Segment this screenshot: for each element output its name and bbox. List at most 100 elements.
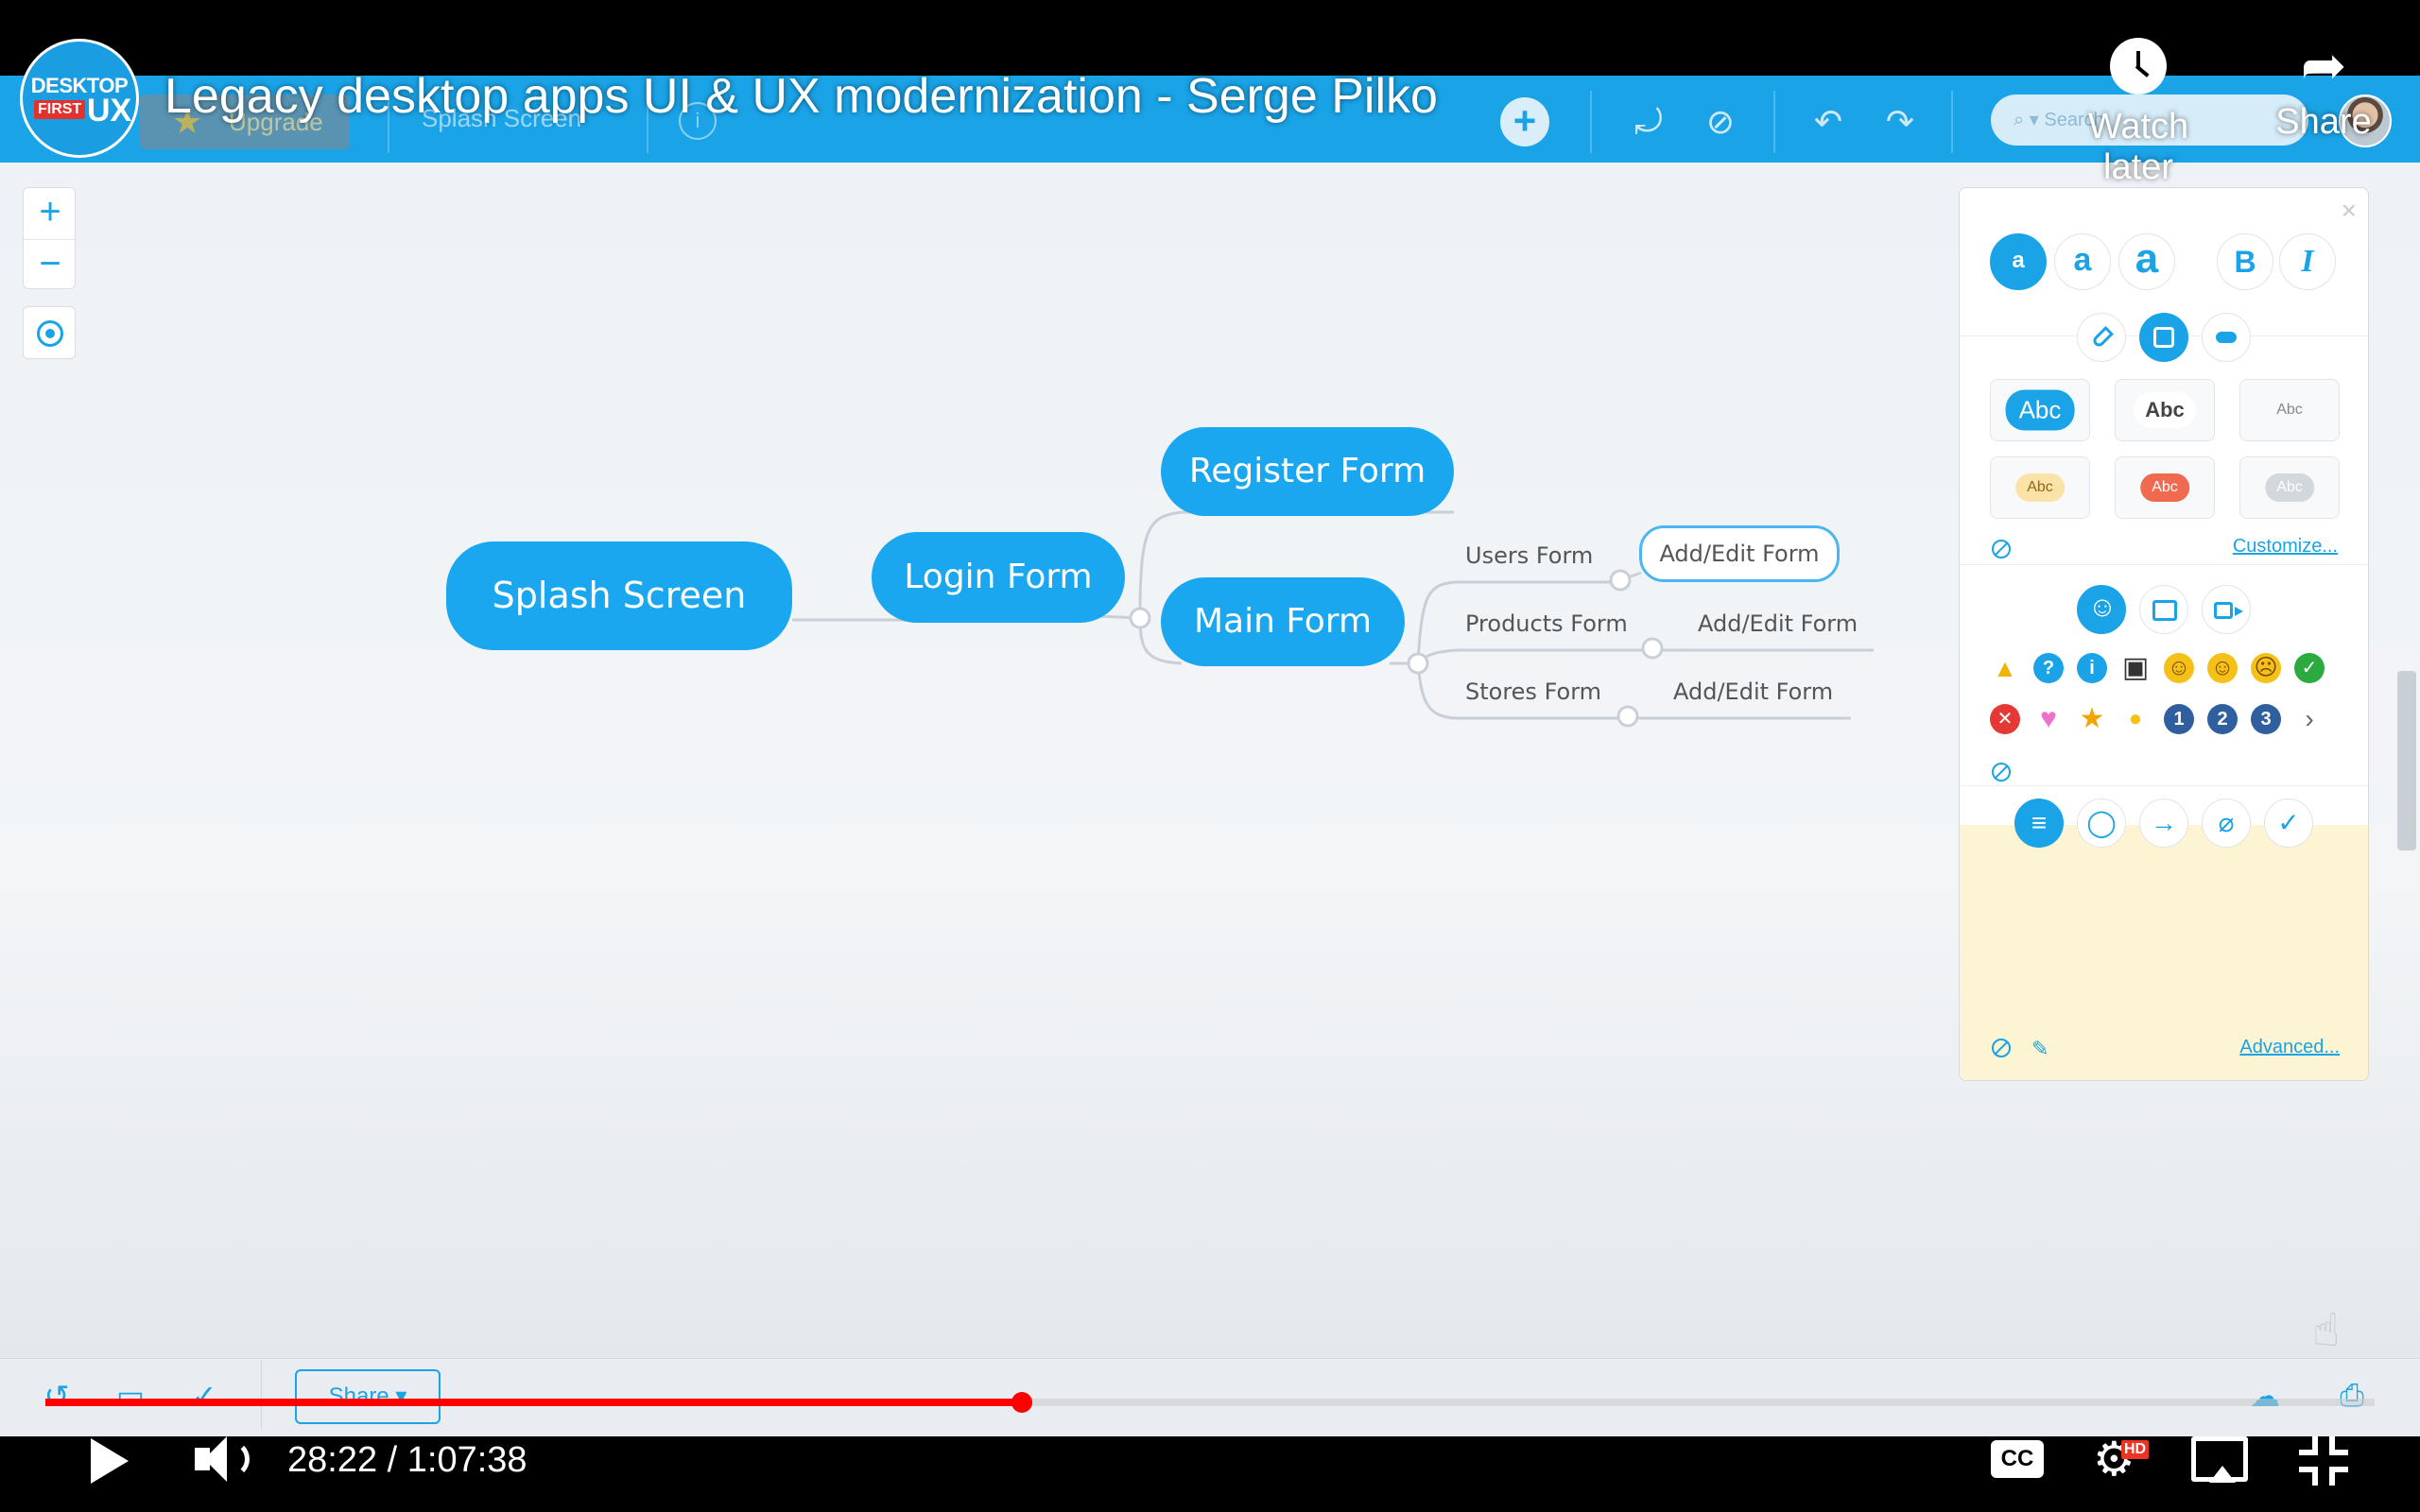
image-glyph [2152, 600, 2177, 621]
channel-logo[interactable]: DESKTOP FIRST UX [23, 42, 136, 155]
comment-icon[interactable]: ◯ [2077, 799, 2126, 848]
video-glyph [2214, 602, 2243, 619]
info-icon[interactable]: i [2077, 653, 2107, 683]
video-title[interactable]: Legacy desktop apps UI & UX modernizatio… [164, 68, 1438, 125]
corner [2329, 1467, 2348, 1486]
history-icon[interactable]: ↺ [36, 1378, 78, 1416]
swatch-label: Abc [2005, 389, 2075, 431]
share-button[interactable]: ➦ Share [2238, 38, 2409, 143]
time-display: 28:22 / 1:07:38 [287, 1440, 527, 1480]
hd-badge: HD [2121, 1440, 2150, 1459]
magic-wand-icon[interactable]: ✎ [2031, 1037, 2048, 1061]
format-panel: × a a a B I Abc Abc Abc Abc Abc Abc Cust… [1959, 187, 2369, 1081]
spellcheck-icon[interactable]: ✓ [183, 1378, 225, 1416]
expand-handle [1616, 705, 1639, 728]
node-login-form[interactable]: Login Form [872, 532, 1125, 623]
divider [1960, 564, 2368, 565]
style-swatch-yellow[interactable]: Abc [1990, 456, 2090, 519]
touch-icon: ☝ [2312, 1306, 2341, 1356]
volume-icon[interactable] [195, 1435, 251, 1487]
node-main-form[interactable]: Main Form [1161, 577, 1405, 666]
advanced-link[interactable]: Advanced... [2239, 1037, 2340, 1058]
scrollbar-thumb[interactable] [2397, 671, 2416, 850]
pen-icon[interactable] [2077, 313, 2126, 362]
video-frame[interactable]: ★ Upgrade Splash Screen i + ⤾ ⊘ ↶ ↷ ⌕ ▾ … [0, 0, 2420, 1512]
italic-button[interactable]: I [2279, 233, 2336, 290]
expand-handle [1407, 652, 1429, 675]
font-size-small-button[interactable]: a [1990, 233, 2047, 290]
chevron-right-icon[interactable]: › [2294, 704, 2325, 734]
style-swatch-plain[interactable]: Abc [2239, 379, 2340, 441]
watch-later-button[interactable]: Watch later [2053, 38, 2223, 188]
node-splash-screen[interactable]: Splash Screen [446, 541, 792, 650]
warning-icon[interactable]: ▲ [1990, 653, 2020, 683]
print-icon[interactable]: ⎙ [2331, 1378, 2373, 1416]
no-icon-icon[interactable] [1992, 763, 2011, 782]
swatch-label: Abc [2276, 402, 2303, 418]
node-users-form[interactable]: Users Form [1465, 542, 1593, 569]
bold-button[interactable]: B [2217, 233, 2273, 290]
expand-handle [1609, 569, 1632, 592]
node-stores-form[interactable]: Stores Form [1465, 679, 1601, 705]
heart-icon[interactable]: ♥ [2033, 704, 2064, 734]
style-swatch-gray[interactable]: Abc [2239, 456, 2340, 519]
smile-icon[interactable]: ☺ [2164, 653, 2194, 683]
presentation-icon[interactable]: ▭ [110, 1378, 151, 1416]
customize-link[interactable]: Customize... [2233, 536, 2338, 558]
number-1-icon[interactable]: 1 [2164, 704, 2194, 734]
node-add-edit-form[interactable]: Add/Edit Form [1673, 679, 1833, 705]
font-size-medium-button[interactable]: a [2054, 233, 2111, 290]
tablet-icon[interactable]: ▣ [2120, 653, 2151, 683]
checkmark-icon[interactable]: ✓ [2264, 799, 2313, 848]
number-3-icon[interactable]: 3 [2251, 704, 2281, 734]
sound-wave [221, 1440, 250, 1478]
style-glyph [2153, 327, 2174, 348]
corner [2299, 1467, 2318, 1486]
watch-later-label: Watch later [2087, 107, 2189, 187]
node-register-form[interactable]: Register Form [1161, 427, 1454, 516]
check-icon[interactable]: ✓ [2294, 653, 2325, 683]
cross-icon[interactable]: ✕ [1990, 704, 2020, 734]
progress-played [45, 1399, 1022, 1406]
swatch-label: Abc [2140, 473, 2189, 502]
share-dropdown-button[interactable]: Share ▾ [295, 1369, 441, 1424]
play-icon[interactable] [91, 1438, 129, 1484]
style-swatch-blue[interactable]: Abc [1990, 379, 2090, 441]
clock-icon [2110, 38, 2167, 94]
cast-icon[interactable] [2191, 1436, 2248, 1483]
font-size-large-button[interactable]: a [2118, 233, 2175, 290]
exit-fullscreen-icon[interactable] [2299, 1436, 2348, 1486]
node-products-form[interactable]: Products Form [1465, 610, 1628, 637]
shape-glyph [2216, 332, 2237, 343]
question-icon[interactable]: ? [2033, 653, 2064, 683]
arrow-right-icon[interactable]: → [2139, 799, 2188, 848]
paperclip-icon[interactable]: ⌀ [2202, 799, 2251, 848]
star-icon[interactable]: ★ [2077, 704, 2107, 734]
frown-icon[interactable]: ☹ [2251, 653, 2281, 683]
style-swatch-red[interactable]: Abc [2115, 456, 2215, 519]
expand-handle [1641, 637, 1664, 660]
bulb-icon[interactable]: ● [2120, 704, 2151, 734]
progress-scrubber[interactable] [1011, 1392, 1032, 1413]
notes-icon[interactable]: ≡ [2014, 799, 2064, 848]
corner [2329, 1436, 2348, 1455]
clear-notes-icon[interactable] [1992, 1039, 2011, 1057]
swatch-label: Abc [2015, 473, 2065, 502]
no-style-icon[interactable] [1992, 540, 2011, 558]
style-swatch-white-bold[interactable]: Abc [2115, 379, 2215, 441]
image-icon[interactable] [2139, 585, 2188, 634]
neutral-icon[interactable]: ☺ [2207, 653, 2238, 683]
close-icon[interactable]: × [2342, 196, 2357, 226]
emoji-icon[interactable] [2077, 585, 2127, 634]
logo-text: FIRST [34, 100, 86, 119]
style-grid-icon[interactable] [2139, 313, 2188, 362]
node-add-edit-form-selected[interactable]: Add/Edit Form [1639, 525, 1840, 582]
shape-icon[interactable] [2202, 313, 2251, 362]
divider [1960, 785, 2368, 786]
node-add-edit-form[interactable]: Add/Edit Form [1698, 610, 1858, 637]
captions-button[interactable]: CC [1991, 1440, 2044, 1478]
video-icon[interactable] [2202, 585, 2251, 634]
cloud-download-icon[interactable]: ☁ [2244, 1378, 2286, 1416]
share-arrow-icon: ➦ [2300, 35, 2347, 96]
number-2-icon[interactable]: 2 [2207, 704, 2238, 734]
